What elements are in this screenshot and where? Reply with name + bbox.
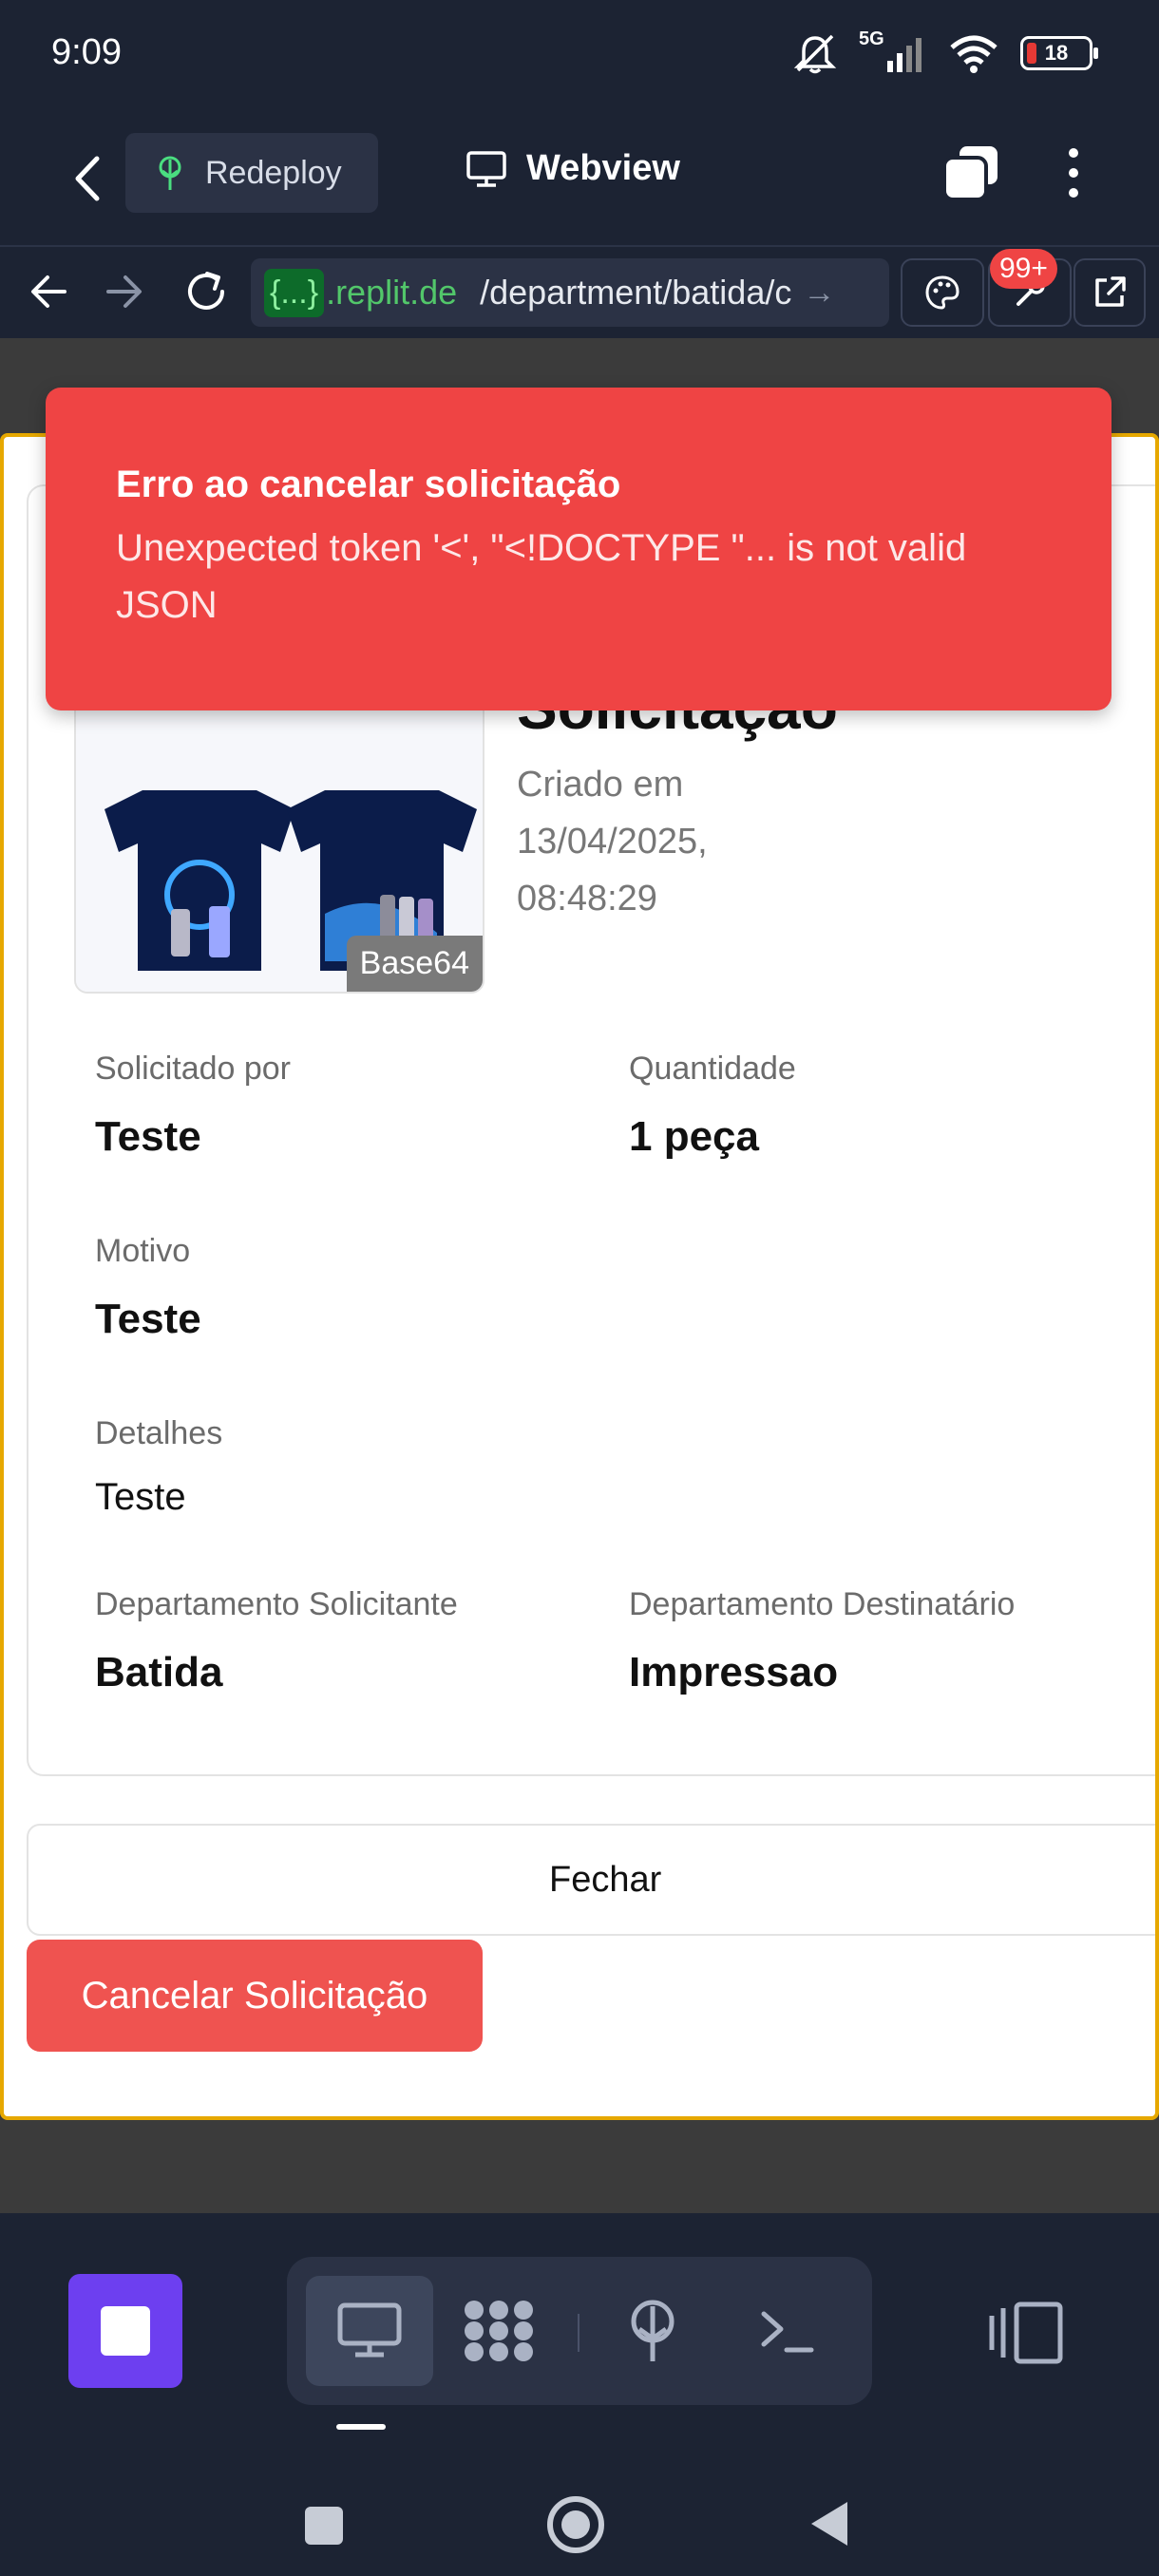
battery-level: 18	[1044, 41, 1069, 65]
status-icons: 5G 18	[792, 28, 1098, 74]
url-go-icon[interactable]: →	[803, 275, 835, 312]
palette-icon	[925, 275, 960, 310]
url-path: /department/batida/c	[480, 273, 792, 312]
blocks-icon	[465, 2301, 533, 2361]
details-value: Teste	[95, 1476, 186, 1518]
url-bar: {...} .replit.de /department/batida/c → …	[0, 249, 1159, 336]
external-link-icon	[1095, 276, 1126, 307]
home-icon[interactable]	[545, 2494, 606, 2555]
back-triangle-icon[interactable]	[808, 2498, 851, 2549]
redeploy-button[interactable]: Redeploy	[125, 133, 378, 213]
url-badge: {...}	[264, 268, 325, 317]
open-external-button[interactable]	[1074, 258, 1146, 327]
reason-value: Teste	[95, 1296, 201, 1342]
active-tab-indicator	[336, 2424, 386, 2430]
split-view-icon[interactable]	[988, 2295, 1074, 2371]
monitor-icon	[337, 2302, 402, 2358]
stop-icon	[101, 2306, 150, 2356]
redeploy-label: Redeploy	[205, 154, 342, 191]
error-toast[interactable]: Erro ao cancelar solicitação Unexpected …	[46, 388, 1112, 710]
battery-icon: 18	[1020, 36, 1098, 70]
deploy-icon	[631, 2300, 674, 2361]
reload-icon[interactable]	[179, 264, 234, 319]
wifi-icon	[950, 35, 998, 73]
url-host: .replit.de	[326, 273, 458, 312]
dock-divider	[578, 2314, 580, 2352]
monitor-icon	[466, 150, 506, 187]
webview-tab-title: Webview	[466, 148, 680, 189]
quantity-value: 1 peça	[629, 1113, 759, 1160]
palette-button[interactable]	[901, 258, 984, 327]
close-button-label: Fechar	[549, 1859, 662, 1900]
signal-icon: 5G	[859, 28, 927, 74]
created-date: Criado em 13/04/2025, 08:48:29	[517, 765, 708, 919]
image-source-tag: Base64	[346, 936, 483, 992]
terminal-icon	[761, 2311, 814, 2353]
reason-label: Motivo	[95, 1233, 191, 1269]
requested-by-label: Solicitado por	[95, 1051, 292, 1087]
recents-icon[interactable]	[302, 2504, 346, 2548]
mute-icon	[793, 34, 837, 74]
bottom-dock	[0, 2213, 1159, 2460]
requesting-dept-label: Departamento Solicitante	[95, 1586, 458, 1622]
toast-message: Unexpected token '<', "<!DOCTYPE "... is…	[116, 527, 967, 626]
target-dept-value: Impressao	[629, 1649, 839, 1695]
app-header: Redeploy Webview	[0, 114, 1159, 247]
android-navigation-bar	[0, 2470, 1159, 2576]
quantity-label: Quantidade	[629, 1051, 796, 1087]
cancel-request-button[interactable]: Cancelar Solicitação	[27, 1940, 483, 2052]
details-label: Detalhes	[95, 1415, 223, 1451]
dock-deploy-button[interactable]	[589, 2276, 716, 2386]
deploy-icon	[159, 156, 181, 190]
more-options-icon[interactable]	[1054, 142, 1092, 203]
toast-title: Erro ao cancelar solicitação	[116, 464, 621, 505]
cancel-request-label: Cancelar Solicitação	[81, 1974, 428, 2017]
requested-by-value: Teste	[95, 1113, 201, 1160]
stop-button[interactable]	[68, 2274, 182, 2388]
notification-badge: 99+	[990, 249, 1057, 289]
dock-webview-button[interactable]	[306, 2276, 433, 2386]
dock-tools	[287, 2257, 872, 2405]
webview-title: Webview	[526, 148, 680, 188]
status-bar: 9:09 5G 18	[0, 0, 1159, 114]
arrow-left-icon[interactable]	[23, 266, 74, 317]
url-input[interactable]: {...} .replit.de /department/batida/c →	[251, 258, 889, 327]
status-time: 9:09	[51, 32, 122, 72]
dock-shell-button[interactable]	[724, 2276, 851, 2386]
close-button[interactable]: Fechar	[27, 1824, 1155, 1936]
arrow-right-icon[interactable]	[99, 266, 150, 317]
target-dept-label: Departamento Destinatário	[629, 1586, 1016, 1622]
dock-apps-button[interactable]	[435, 2276, 562, 2386]
back-chevron-icon[interactable]	[59, 150, 116, 207]
requesting-dept-value: Batida	[95, 1649, 223, 1695]
tabs-icon[interactable]	[940, 142, 1001, 203]
